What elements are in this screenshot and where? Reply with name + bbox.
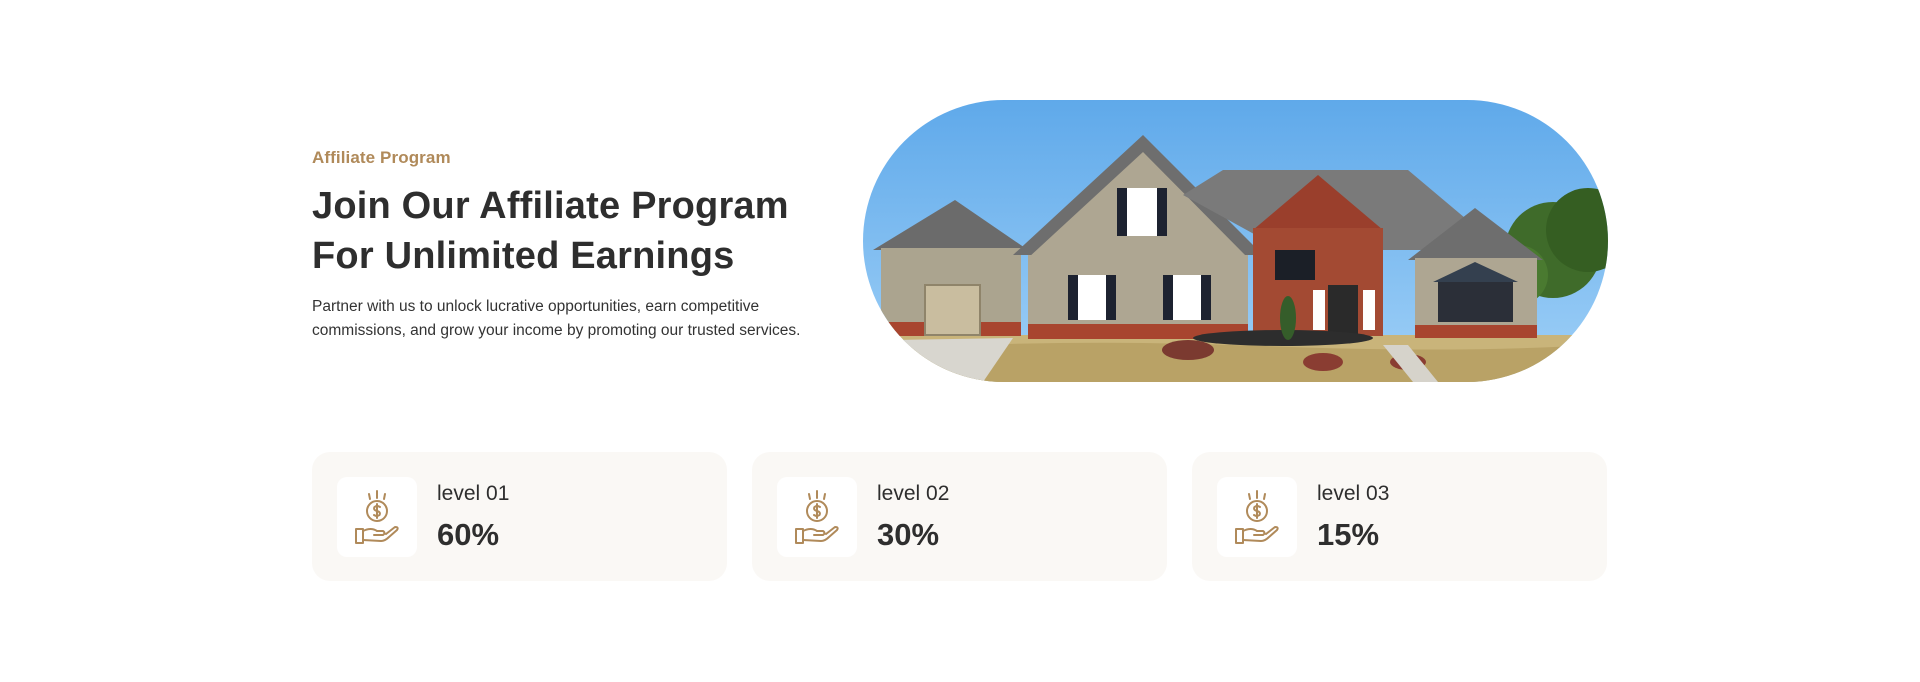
- level-card-1: level 01 60%: [312, 452, 727, 581]
- house-photo-illustration: [863, 100, 1608, 382]
- level-label: level 01: [437, 482, 510, 505]
- level-label: level 02: [877, 482, 950, 505]
- commission-levels: level 01 60% level 02 30% level 03 15%: [312, 452, 1608, 581]
- level-card-3: level 03 15%: [1192, 452, 1607, 581]
- description-line-1: Partner with us to unlock lucrative oppo…: [312, 298, 760, 315]
- level-percentage: 30%: [877, 517, 940, 552]
- headline-line-1: Join Our Affiliate Program: [312, 185, 789, 227]
- level-percentage: 60%: [437, 517, 500, 552]
- house-image: [863, 100, 1608, 382]
- section-eyebrow: Affiliate Program: [312, 148, 451, 167]
- hand-coin-icon: [337, 477, 417, 557]
- headline-line-2: For Unlimited Earnings: [312, 235, 735, 277]
- description-line-2: commissions, and grow your income by pro…: [312, 322, 801, 339]
- hero-description: Partner with us to unlock lucrative oppo…: [312, 295, 852, 343]
- hand-coin-icon: [1217, 477, 1297, 557]
- affiliate-hero: Affiliate Program Join Our Affiliate Pro…: [312, 100, 1608, 382]
- level-card-2: level 02 30%: [752, 452, 1167, 581]
- level-percentage: 15%: [1317, 517, 1380, 552]
- page-title: Join Our Affiliate Program For Unlimited…: [312, 181, 852, 281]
- hand-coin-icon: [777, 477, 857, 557]
- hero-text-block: Affiliate Program Join Our Affiliate Pro…: [312, 148, 852, 343]
- level-label: level 03: [1317, 482, 1390, 505]
